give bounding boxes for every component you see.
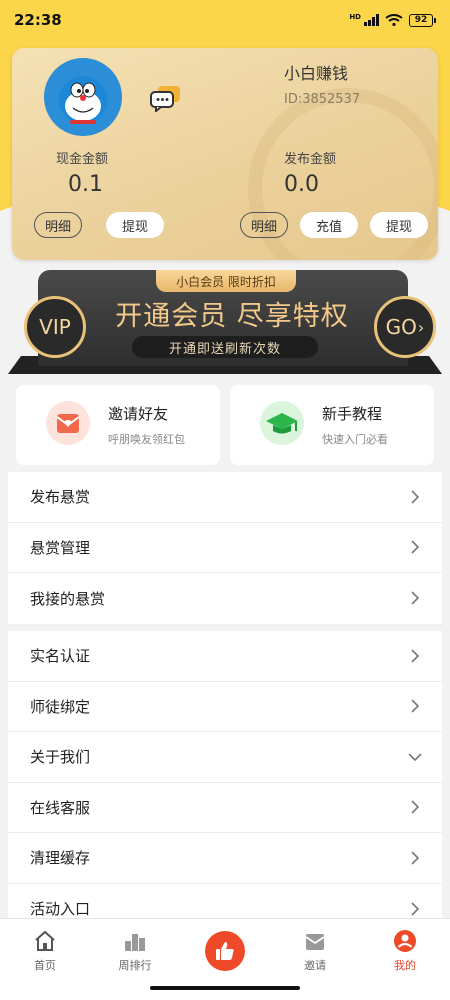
- publish-amount-value: 0.0: [284, 172, 319, 197]
- vip-banner[interactable]: 小白会员 限时折扣 开通会员 尽享特权 开通即送刷新次数 VIP GO ›: [8, 270, 442, 374]
- signal-icon: [364, 14, 379, 26]
- profile-icon: [394, 930, 416, 952]
- vip-discount-tag: 小白会员 限时折扣: [156, 270, 296, 292]
- menu-item-clear-cache[interactable]: 清理缓存: [8, 833, 442, 884]
- vip-subtitle: 开通即送刷新次数: [132, 336, 318, 358]
- feature-subtitle: 呼朋唤友领红包: [108, 433, 185, 446]
- cash-amount-value: 0.1: [68, 172, 103, 197]
- vip-title: 开通会员 尽享特权: [115, 301, 349, 332]
- go-label: GO: [385, 315, 417, 339]
- tutorial-card[interactable]: 新手教程 快速入门必看: [230, 385, 434, 465]
- chat-icon[interactable]: [149, 84, 183, 112]
- menu-item-publish-reward[interactable]: 发布悬赏: [8, 472, 442, 523]
- user-id: ID:3852537: [284, 92, 361, 107]
- feature-title: 邀请好友: [108, 405, 169, 423]
- reward-menu-group: 发布悬赏 悬赏管理 我接的悬赏: [8, 472, 442, 624]
- chevron-right-icon: [411, 902, 420, 916]
- menu-item-label: 悬赏管理: [30, 538, 91, 557]
- wifi-icon: [385, 14, 403, 26]
- menu-item-label: 实名认证: [30, 647, 91, 666]
- menu-item-label: 关于我们: [30, 748, 91, 767]
- graduation-cap-icon: [260, 401, 304, 445]
- chevron-right-icon: [411, 699, 420, 713]
- invite-icon: [305, 934, 325, 950]
- ranking-icon: [125, 934, 145, 951]
- user-name: 小白赚钱: [284, 64, 349, 83]
- nav-label: 周排行: [118, 959, 152, 972]
- nav-center-button[interactable]: [205, 931, 245, 971]
- wallet-card: 小白赚钱 ID:3852537 现金金额 0.1 发布金额 0.0 明细 提现 …: [12, 48, 438, 260]
- cash-withdraw-button[interactable]: 提现: [106, 212, 164, 238]
- publish-withdraw-button[interactable]: 提现: [370, 212, 428, 238]
- doraemon-avatar-icon: [59, 76, 107, 124]
- status-bar: 22:38 HD 92: [0, 0, 450, 40]
- menu-item-online-support[interactable]: 在线客服: [8, 783, 442, 833]
- home-icon: [35, 930, 55, 951]
- thumbs-up-icon: [216, 942, 234, 960]
- menu-item-mentor-binding[interactable]: 师徒绑定: [8, 682, 442, 732]
- publish-amount-label: 发布金额: [284, 152, 337, 167]
- chevron-right-icon: [411, 649, 420, 663]
- go-arrow-icon: ›: [417, 317, 425, 337]
- chevron-right-icon: [411, 540, 420, 554]
- home-indicator: [150, 986, 300, 990]
- menu-item-about-us[interactable]: 关于我们: [8, 732, 442, 783]
- go-button[interactable]: GO ›: [374, 296, 436, 358]
- chevron-right-icon: [411, 490, 420, 504]
- menu-item-label: 在线客服: [30, 798, 91, 817]
- menu-item-label: 活动入口: [30, 900, 91, 919]
- menu-item-label: 清理缓存: [30, 849, 91, 868]
- avatar[interactable]: [44, 58, 122, 136]
- feature-title: 新手教程: [322, 405, 383, 423]
- status-time: 22:38: [14, 11, 62, 29]
- feature-subtitle: 快速入门必看: [322, 433, 388, 446]
- menu-item-reward-management[interactable]: 悬赏管理: [8, 523, 442, 573]
- chevron-right-icon: [411, 851, 420, 865]
- menu-item-label: 发布悬赏: [30, 488, 91, 507]
- cash-amount-label: 现金金额: [56, 152, 109, 167]
- recharge-button[interactable]: 充值: [300, 212, 358, 238]
- nav-invite[interactable]: 邀请: [280, 929, 350, 973]
- settings-menu-group: 实名认证 师徒绑定 关于我们 在线客服 清理缓存 活动入口: [8, 631, 442, 934]
- envelope-icon: [46, 401, 90, 445]
- nav-home[interactable]: 首页: [10, 929, 80, 973]
- menu-item-my-accepted-rewards[interactable]: 我接的悬赏: [8, 573, 442, 624]
- battery-level: 92: [409, 13, 433, 27]
- publish-detail-button[interactable]: 明细: [240, 212, 288, 238]
- nav-weekly-ranking[interactable]: 周排行: [100, 929, 170, 973]
- menu-item-real-name-verification[interactable]: 实名认证: [8, 631, 442, 682]
- hd-indicator: HD: [349, 13, 361, 21]
- nav-label: 我的: [394, 959, 416, 972]
- nav-label: 首页: [34, 959, 56, 972]
- chevron-down-icon: [408, 753, 422, 761]
- vip-badge: VIP: [24, 296, 86, 358]
- chevron-right-icon: [411, 591, 420, 605]
- battery-icon: 92: [409, 13, 436, 27]
- menu-item-label: 我接的悬赏: [30, 589, 106, 608]
- nav-label: 邀请: [304, 959, 326, 972]
- invite-friends-card[interactable]: 邀请好友 呼朋唤友领红包: [16, 385, 220, 465]
- nav-mine[interactable]: 我的: [370, 929, 440, 973]
- chevron-right-icon: [411, 800, 420, 814]
- cash-detail-button[interactable]: 明细: [34, 212, 82, 238]
- menu-item-label: 师徒绑定: [30, 697, 91, 716]
